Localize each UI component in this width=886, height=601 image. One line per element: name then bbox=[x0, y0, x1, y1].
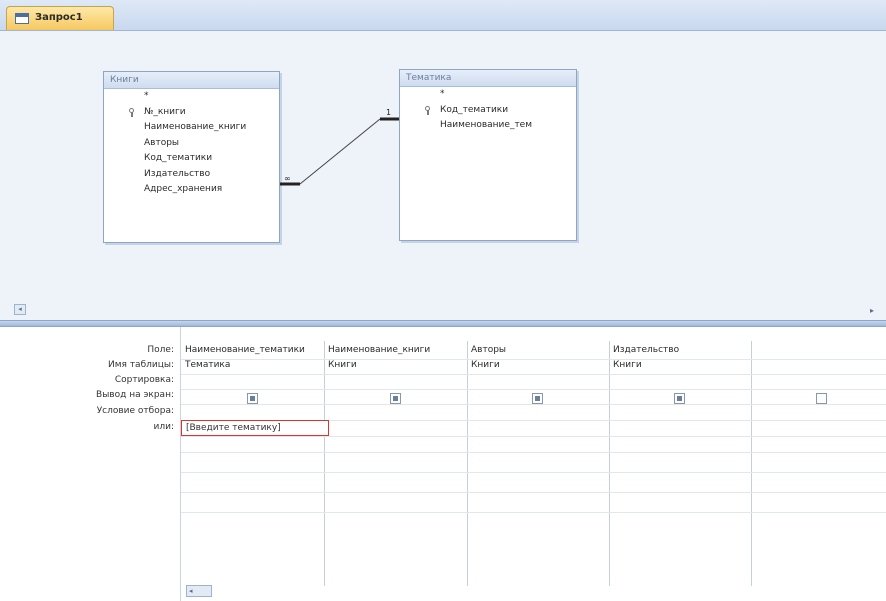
grid-field-cell[interactable]: Издательство bbox=[613, 345, 749, 355]
grid-field-cell[interactable]: Авторы bbox=[471, 345, 607, 355]
query-tab-label: Запрос1 bbox=[35, 12, 83, 23]
scroll-left-arrow-icon[interactable]: ◂ bbox=[14, 304, 26, 315]
grid-columns: Наименование_тематики Тематика Наименова… bbox=[181, 327, 886, 601]
row-label-or: или: bbox=[153, 422, 174, 432]
grid-table-cell[interactable]: Книги bbox=[613, 360, 749, 370]
show-checkbox[interactable] bbox=[390, 393, 401, 404]
row-divider bbox=[181, 472, 886, 473]
relationship-line[interactable]: ∞ 1 bbox=[0, 31, 886, 320]
query-tab[interactable]: Запрос1 bbox=[6, 6, 114, 30]
grid-table-cell[interactable]: Книги bbox=[471, 360, 607, 370]
row-divider bbox=[181, 374, 886, 375]
column-separator bbox=[751, 341, 752, 586]
row-divider bbox=[181, 436, 886, 437]
show-checkbox[interactable] bbox=[816, 393, 827, 404]
many-symbol: ∞ bbox=[284, 174, 291, 183]
row-labels: Поле: Имя таблицы: Сортировка: Вывод на … bbox=[0, 327, 181, 601]
table-pane[interactable]: Книги * №_книги Наименование_книги Автор… bbox=[0, 31, 886, 320]
column-separator bbox=[467, 341, 468, 586]
row-divider bbox=[181, 389, 886, 390]
row-divider bbox=[181, 492, 886, 493]
scroll-right-arrow-icon[interactable]: ▸ bbox=[870, 306, 874, 315]
row-divider bbox=[181, 452, 886, 453]
grid-table-cell[interactable]: Книги bbox=[328, 360, 466, 370]
design-grid: Поле: Имя таблицы: Сортировка: Вывод на … bbox=[0, 327, 886, 601]
criteria-value: [Введите тематику] bbox=[186, 423, 281, 433]
show-checkbox[interactable] bbox=[674, 393, 685, 404]
one-symbol: 1 bbox=[386, 108, 391, 117]
column-separator bbox=[609, 341, 610, 586]
document-tab-bar: Запрос1 bbox=[0, 0, 886, 31]
grid-field-cell[interactable]: Наименование_книги bbox=[328, 345, 466, 355]
row-label-field: Поле: bbox=[147, 345, 174, 355]
row-label-table: Имя таблицы: bbox=[108, 360, 174, 370]
row-divider bbox=[181, 404, 886, 405]
column-separator bbox=[324, 341, 325, 586]
row-divider bbox=[181, 512, 886, 513]
row-label-criteria: Условие отбора: bbox=[96, 406, 174, 416]
criteria-input-highlighted[interactable]: [Введите тематику] bbox=[181, 420, 329, 436]
row-label-show: Вывод на экран: bbox=[96, 390, 174, 400]
grid-field-cell[interactable]: Наименование_тематики bbox=[185, 345, 323, 355]
pane-splitter[interactable] bbox=[0, 320, 886, 327]
show-checkbox[interactable] bbox=[247, 393, 258, 404]
show-checkbox[interactable] bbox=[532, 393, 543, 404]
query-icon bbox=[15, 13, 29, 24]
row-label-sort: Сортировка: bbox=[114, 375, 174, 385]
grid-table-cell[interactable]: Тематика bbox=[185, 360, 323, 370]
scroll-left-arrow-icon[interactable]: ◂ bbox=[186, 585, 212, 597]
